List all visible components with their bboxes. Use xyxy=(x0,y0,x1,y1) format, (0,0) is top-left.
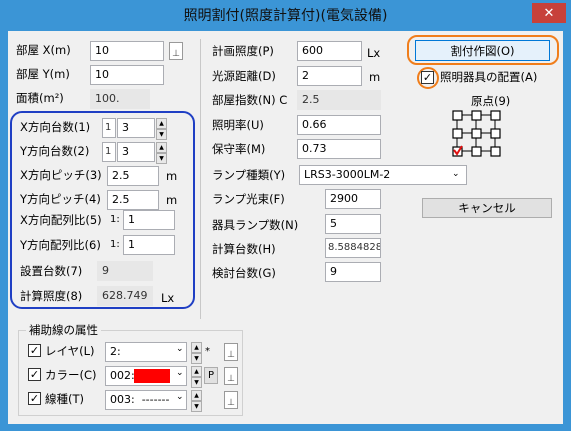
x-count-spinner[interactable]: ▲ ▼ xyxy=(156,118,167,140)
source-dist-label: 光源距離(D) xyxy=(212,69,276,83)
cancel-button[interactable]: キャンセル xyxy=(422,198,552,218)
y-count-field[interactable]: 3 xyxy=(117,142,155,162)
maint-label: 保守率(M) xyxy=(212,142,266,156)
pick-icon[interactable]: ⊥ xyxy=(224,367,238,385)
layer-select[interactable]: 2: xyxy=(105,342,187,362)
lamps-per-label: 器具ランプ数(N) xyxy=(212,218,299,232)
x-count-label: X方向台数(1) xyxy=(20,120,91,134)
x-pitch-unit: m xyxy=(166,169,178,183)
origin-label: 原点(9) xyxy=(471,94,511,108)
x-count-prefix: 1 xyxy=(102,118,116,138)
layer-label: レイヤ(L) xyxy=(45,344,95,358)
lamp-type-select[interactable]: LRS3-3000LM-2 xyxy=(299,165,467,185)
reflect-label: 照明率(U) xyxy=(212,118,264,132)
plan-lux-label: 計画照度(P) xyxy=(212,44,274,58)
install-count-label: 設置台数(7) xyxy=(20,264,83,278)
x-ratio-label: X方向配列比(5) xyxy=(20,213,102,227)
room-y-field[interactable]: 10 xyxy=(90,65,164,85)
column-divider xyxy=(200,39,201,319)
x-ratio-field[interactable]: 1 xyxy=(123,210,175,230)
color-spinner[interactable]: ▲ ▼ xyxy=(191,366,202,388)
plan-lux-field[interactable]: 600 xyxy=(297,41,362,61)
maint-field[interactable]: 0.73 xyxy=(297,139,381,159)
color-swatch xyxy=(134,369,170,383)
aux-group-title: 補助線の属性 xyxy=(26,322,101,338)
origin-grid-icon[interactable] xyxy=(451,109,503,159)
linetype-label: 線種(T) xyxy=(45,392,84,406)
dialog-body: 部屋 X(m) 10 ⊥ 部屋 Y(m) 10 面積(m²) 100. X方向台… xyxy=(8,31,563,424)
x-pitch-label: X方向ピッチ(3) xyxy=(20,168,102,182)
color-checkbox[interactable]: ✓ xyxy=(28,368,41,381)
lamp-flux-label: ランプ光束(F) xyxy=(212,192,285,206)
x-count-field[interactable]: 3 xyxy=(117,118,155,138)
palette-button[interactable]: P xyxy=(204,367,218,384)
pick-icon[interactable]: ⊥ xyxy=(224,343,238,361)
room-y-label: 部屋 Y(m) xyxy=(16,67,70,81)
room-index-value: 2.5 xyxy=(297,90,381,110)
chevron-down-icon[interactable]: ⌄ xyxy=(176,368,184,378)
calc-lux-label: 計算照度(8) xyxy=(20,289,83,303)
x-ratio-prefix: 1: xyxy=(110,214,120,225)
chevron-down-icon[interactable]: ⌄ xyxy=(176,344,184,354)
calc-count-value: 8.5884828 xyxy=(325,238,381,258)
calc-count-label: 計算台数(H) xyxy=(212,242,276,256)
y-count-prefix: 1 xyxy=(102,142,116,162)
room-x-label: 部屋 X(m) xyxy=(16,43,71,57)
pick-icon[interactable]: ⊥ xyxy=(224,391,238,409)
chevron-down-icon[interactable]: ⌄ xyxy=(452,169,460,179)
layout-draw-button[interactable]: 割付作図(O) xyxy=(415,40,550,61)
window-title: 照明割付(照度計算付)(電気設備) xyxy=(183,8,388,24)
chevron-down-icon[interactable]: ⌄ xyxy=(176,392,184,402)
check-count-field[interactable]: 9 xyxy=(325,262,381,282)
dialog-window: 照明割付(照度計算付)(電気設備) ✕ 部屋 X(m) 10 ⊥ 部屋 Y(m)… xyxy=(0,0,571,431)
linetype-checkbox[interactable]: ✓ xyxy=(28,392,41,405)
linetype-select[interactable]: 003: ------- xyxy=(105,390,187,410)
place-fixtures-label: 照明器具の配置(A) xyxy=(440,70,538,84)
color-label: カラー(C) xyxy=(45,368,97,382)
y-ratio-field[interactable]: 1 xyxy=(123,235,175,255)
y-pitch-field[interactable]: 2.5 xyxy=(107,190,159,210)
area-label: 面積(m²) xyxy=(16,91,64,105)
y-count-label: Y方向台数(2) xyxy=(20,144,90,158)
lamp-type-label: ランプ種類(Y) xyxy=(212,168,286,182)
plan-lux-unit: Lx xyxy=(367,46,381,60)
y-pitch-unit: m xyxy=(166,193,178,207)
pick-icon[interactable]: ⊥ xyxy=(169,42,183,60)
calc-lux-value: 628.749 xyxy=(97,286,153,306)
layer-checkbox[interactable]: ✓ xyxy=(28,344,41,357)
y-ratio-label: Y方向配列比(6) xyxy=(20,238,101,252)
reflect-field[interactable]: 0.66 xyxy=(297,115,381,135)
linetype-spinner[interactable]: ▲ ▼ xyxy=(191,390,202,412)
source-dist-unit: m xyxy=(369,70,381,84)
install-count-value: 9 xyxy=(97,261,153,281)
layer-spinner[interactable]: ▲ ▼ xyxy=(191,342,202,364)
y-count-spinner[interactable]: ▲ ▼ xyxy=(156,142,167,164)
source-dist-field[interactable]: 2 xyxy=(297,66,362,86)
close-button[interactable]: ✕ xyxy=(532,3,566,23)
check-count-label: 検討台数(G) xyxy=(212,266,276,280)
area-value: 100. xyxy=(90,89,150,109)
x-pitch-field[interactable]: 2.5 xyxy=(107,166,159,186)
y-pitch-label: Y方向ピッチ(4) xyxy=(20,192,101,206)
place-fixtures-checkbox[interactable]: ✓ xyxy=(421,71,434,84)
lamp-flux-field[interactable]: 2900 xyxy=(325,189,381,209)
lamps-per-field[interactable]: 5 xyxy=(325,214,381,234)
room-x-field[interactable]: 10 xyxy=(90,41,164,61)
y-ratio-prefix: 1: xyxy=(110,239,120,250)
calc-lux-unit: Lx xyxy=(161,291,175,305)
layer-extra: * xyxy=(205,346,210,357)
room-index-label: 部屋指数(N) C xyxy=(212,93,288,107)
